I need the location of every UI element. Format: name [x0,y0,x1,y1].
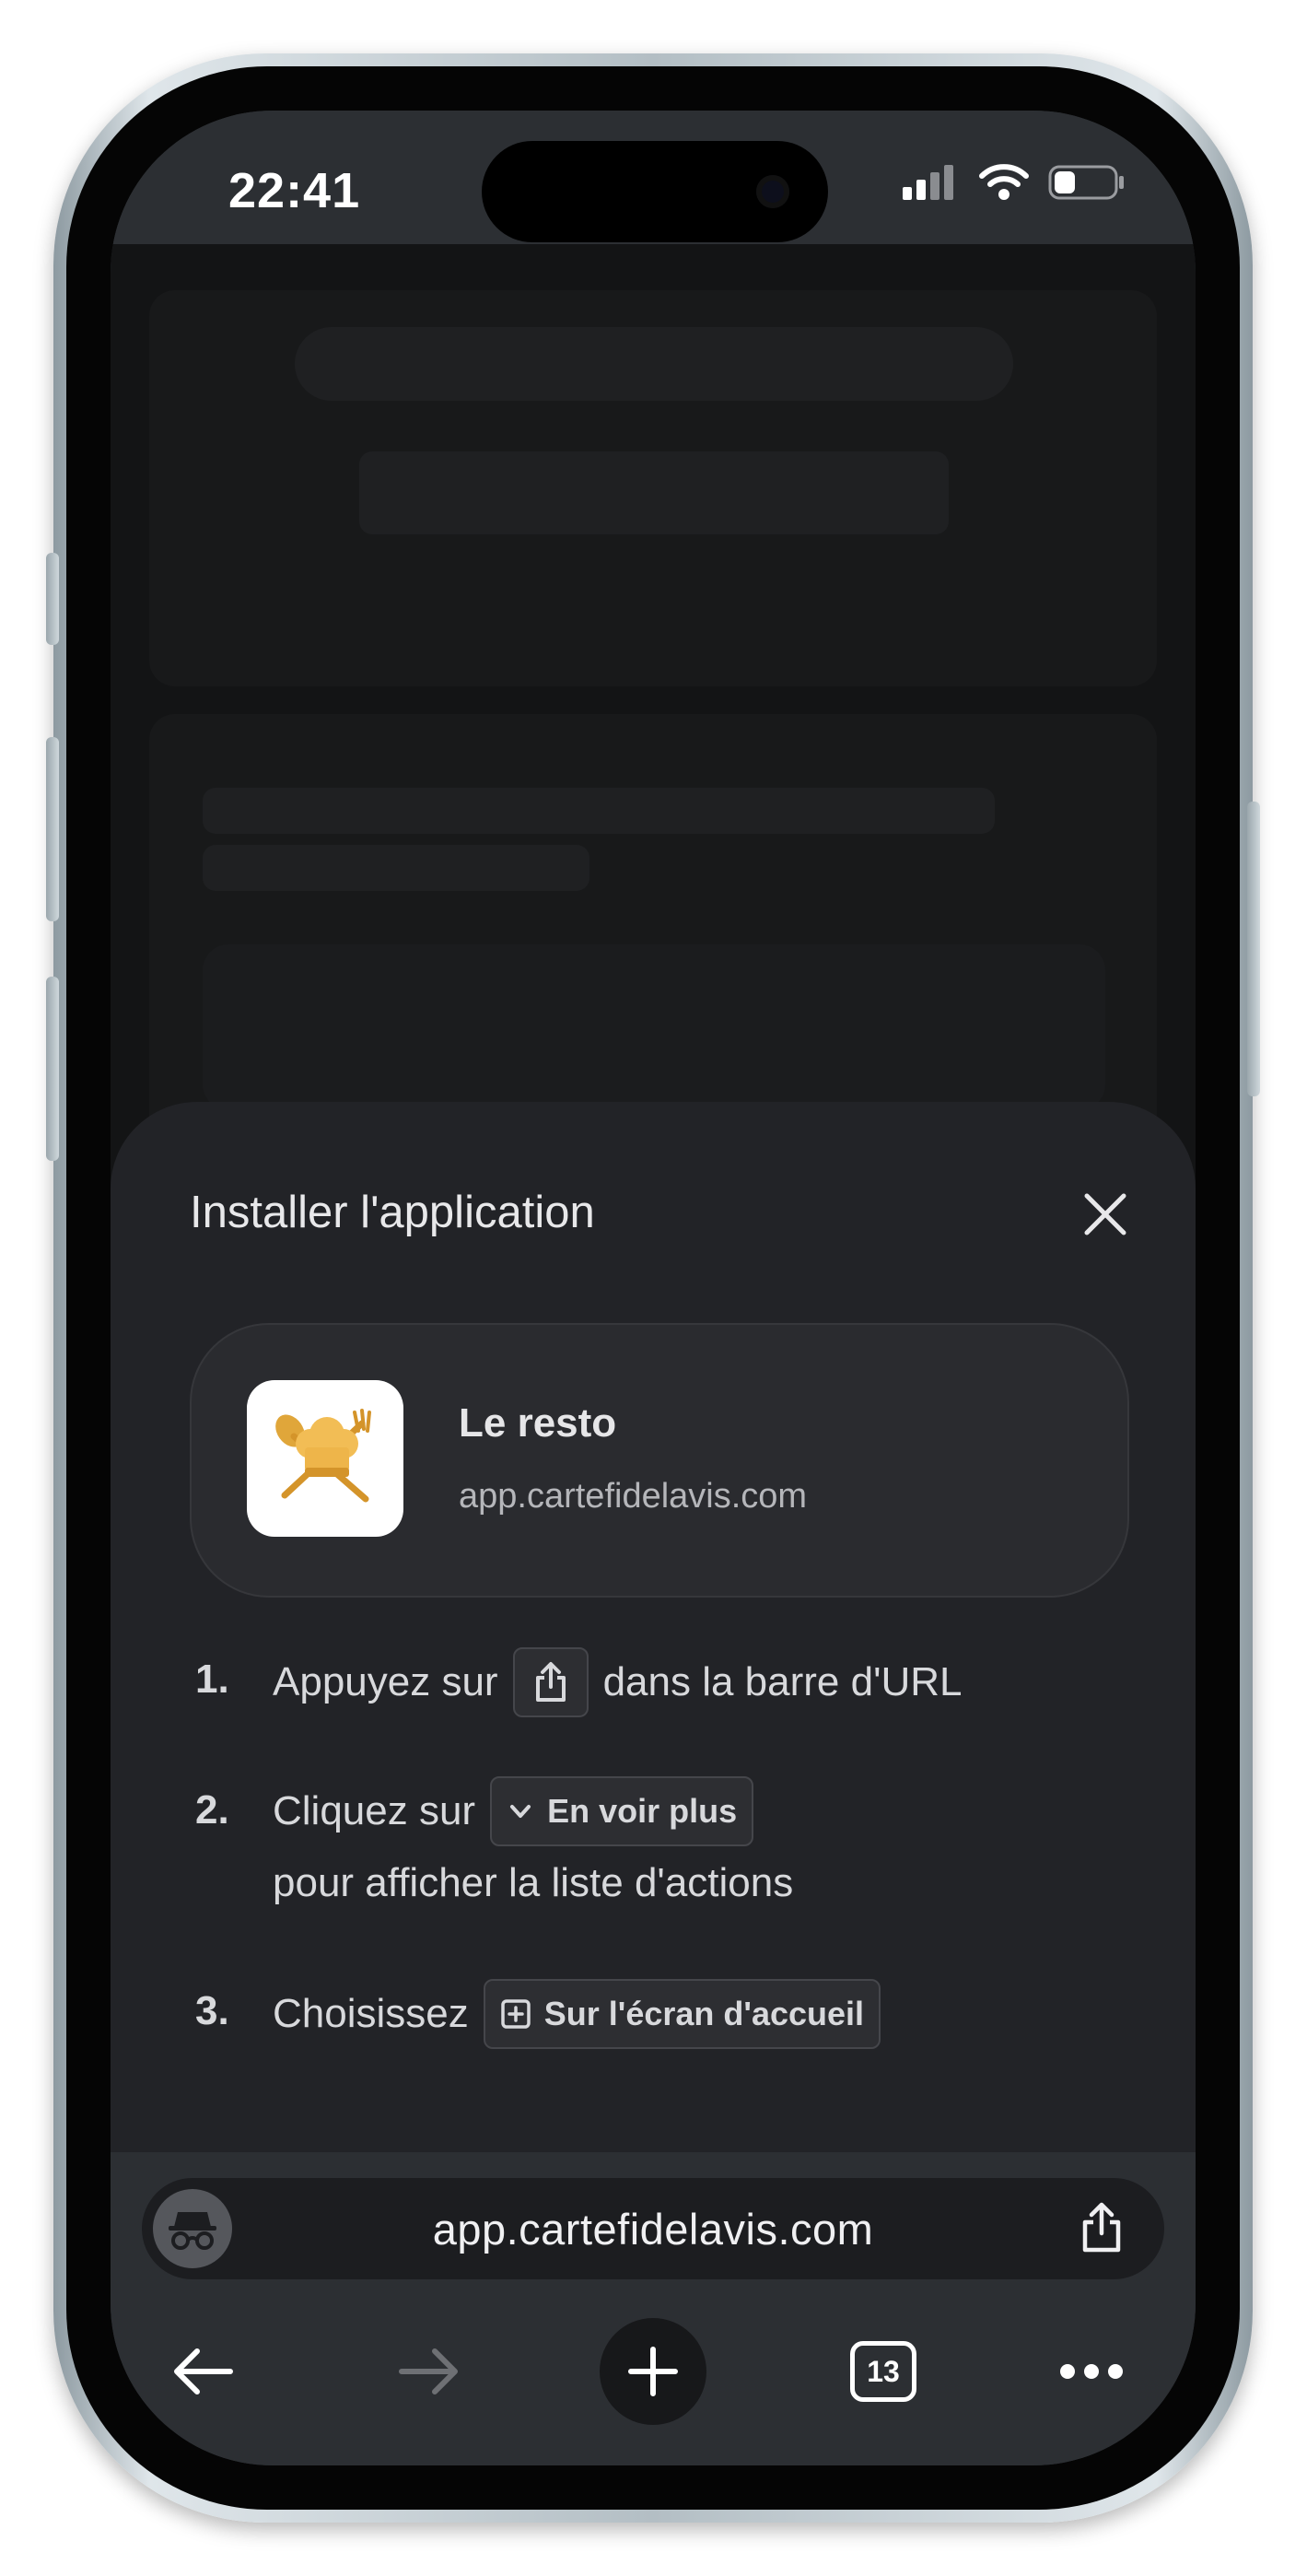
step-text: pour afficher la liste d'actions [273,1860,794,1905]
backdrop-heading [359,451,949,534]
back-button[interactable] [138,2307,267,2436]
status-bar: 22:41 [111,111,1196,244]
tab-count-badge: 13 [850,2341,916,2402]
app-info-card: Le resto app.cartefidelavis.com [190,1323,1129,1598]
share-icon [535,1662,566,1702]
arrow-right-icon [399,2348,458,2395]
backdrop-text-line [203,788,995,834]
chef-hat-utensils-icon [275,1409,371,1503]
close-button[interactable] [1078,1187,1133,1242]
step-number: 2. [195,1787,229,1832]
status-icons [903,162,1126,203]
dynamic-island [482,141,828,242]
more-dots-icon [1060,2364,1123,2379]
step-body: Choisissez Sur l'écran d'accueil [273,1977,895,2051]
status-time: 22:41 [228,163,361,218]
app-icon [247,1380,403,1537]
browser-bottom-bar: app.cartefidelavis.com 13 [111,2152,1196,2465]
share-chip [512,1647,589,1717]
install-app-sheet: Installer l'application Le resto app.car… [111,1102,1196,2152]
home-screen-chip: Sur l'écran d'accueil [483,1979,881,2049]
forward-button[interactable] [365,2307,494,2436]
new-tab-circle [600,2318,706,2425]
backdrop-pill [295,327,1013,401]
menu-button[interactable] [1027,2307,1156,2436]
step-number: 1. [195,1657,229,1702]
app-url: app.cartefidelavis.com [459,1477,808,1516]
step-text: Appuyez sur [273,1659,498,1704]
arrow-left-icon [174,2348,233,2395]
address-bar-url: app.cartefidelavis.com [432,2205,874,2254]
volume-down-button [46,977,59,1161]
add-square-icon [501,1999,531,2029]
wifi-icon [979,164,1029,200]
sheet-title: Installer l'application [190,1188,595,1237]
backdrop-text-line [203,845,589,891]
phone-screen: 22:41 Installer l'application Le resto a… [111,111,1196,2465]
step-text: dans la barre d'URL [602,1659,963,1704]
chevron-down-icon [510,1805,531,1818]
battery-icon [1048,165,1124,200]
volume-up-button [46,737,59,921]
cellular-signal-icon [903,165,953,200]
more-options-chip: En voir plus [490,1776,754,1846]
step-text: Cliquez sur [273,1788,476,1833]
app-name: Le resto [459,1400,617,1446]
action-button [46,553,59,645]
power-button [1247,802,1260,1096]
backdrop-inner-card [203,944,1105,1110]
close-icon [1084,1193,1126,1235]
new-tab-button[interactable] [589,2307,718,2436]
plus-icon [628,2347,678,2396]
chip-label: En voir plus [547,1792,738,1830]
browser-toolbar: 13 [111,2307,1196,2436]
tabs-button[interactable]: 13 [819,2307,948,2436]
step-text: Choisissez [273,1991,469,2036]
address-bar[interactable]: app.cartefidelavis.com [142,2178,1164,2279]
chip-label: Sur l'écran d'accueil [543,1995,865,2032]
step-line-2: pour afficher la liste d'actions [273,1856,793,1911]
step-body: Cliquez sur En voir plus [273,1774,768,1848]
share-button[interactable] [1074,2200,1129,2255]
step-number: 3. [195,1988,229,2033]
share-icon [1082,2202,1121,2253]
step-body: Appuyez sur dans la barre d'URL [273,1645,963,1719]
camera-icon [756,175,789,208]
